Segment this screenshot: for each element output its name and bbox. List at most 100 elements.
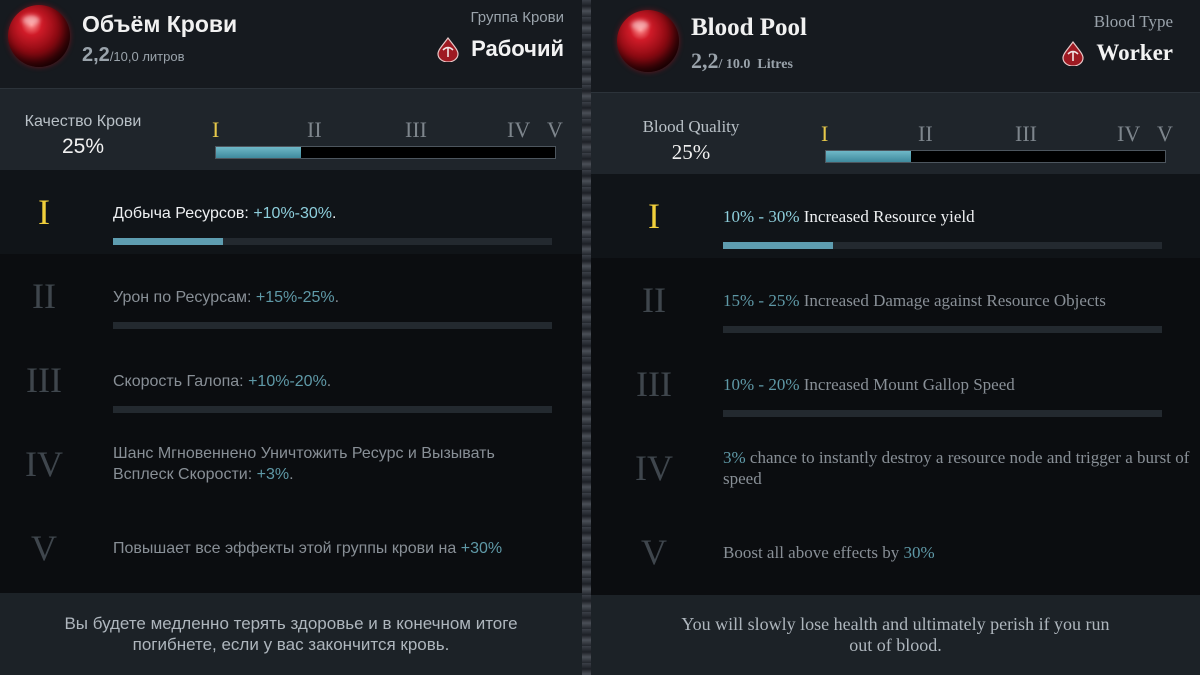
tier-effect-suffix: . bbox=[289, 466, 294, 483]
tier-effect-value: 30% bbox=[903, 543, 935, 562]
tier-effect-text: Добыча Ресурсов: +10%-30%. bbox=[113, 203, 553, 224]
tier-effect-suffix: . bbox=[334, 289, 340, 306]
blood-drop-pickaxe-icon bbox=[1062, 41, 1084, 66]
blood-amount-max: / 10.0 Litres bbox=[718, 57, 793, 72]
tier-effect-label: chance to instantly destroy a resource n… bbox=[723, 448, 1190, 488]
tier-effect-label: Increased Damage against Resource Object… bbox=[799, 291, 1106, 310]
blood-orb-icon bbox=[617, 10, 679, 72]
tier-effect-label: Скорость Галопа: bbox=[113, 373, 249, 390]
tier-effect-text: Урон по Ресурсам: +15%-25%. bbox=[113, 287, 553, 308]
tier-effect-label: Increased Resource yield bbox=[799, 207, 975, 226]
tier-effect-text: 3% chance to instantly destroy a resourc… bbox=[723, 447, 1193, 489]
blood-warning-footer: You will slowly lose health and ultimate… bbox=[591, 595, 1200, 675]
blood-quality-label: Blood Quality bbox=[642, 117, 740, 136]
tier-effect-text: Шанс Мгновеннено Уничтожить Ресурс и Выз… bbox=[113, 443, 543, 485]
tier-effect-label: Повышает все эффекты этой группы крови н… bbox=[113, 540, 461, 557]
blood-amount-current: 2,2 bbox=[691, 48, 719, 73]
tier-progress-bar bbox=[723, 242, 1162, 249]
tier-progress-bar bbox=[723, 326, 1162, 333]
blood-quality-label: Качество Крови bbox=[24, 113, 142, 130]
effect-tier-2: II 15% - 25% Increased Damage against Re… bbox=[591, 258, 1200, 342]
tier-numeral: I bbox=[648, 196, 660, 236]
blood-pool-panel-ru: Объём Крови 2,2/10,0 литров Группа Крови… bbox=[0, 0, 582, 675]
quality-numeral-4: IV bbox=[1117, 121, 1141, 146]
tier-effect-text: Boost all above effects by 30% bbox=[723, 542, 1193, 563]
blood-type-label: Blood Type bbox=[1093, 12, 1173, 31]
tier-numeral: I bbox=[38, 192, 50, 232]
blood-quality-value: 25% bbox=[671, 140, 711, 164]
tier-effect-text: 15% - 25% Increased Damage against Resou… bbox=[723, 290, 1193, 311]
tier-progress-bar bbox=[113, 322, 552, 329]
tier-numeral: III bbox=[636, 364, 672, 404]
tier-effect-value: +30% bbox=[460, 540, 503, 557]
tier-progress-fill bbox=[723, 242, 833, 249]
tier-effect-label: Increased Mount Gallop Speed bbox=[799, 375, 1015, 394]
tier-effect-text: 10% - 30% Increased Resource yield bbox=[723, 206, 1193, 227]
tier-numeral: II bbox=[642, 280, 666, 320]
tier-effect-value: +3% bbox=[256, 466, 290, 483]
tier-effect-value: +10%-20% bbox=[248, 373, 327, 390]
quality-numeral-5: V bbox=[1157, 121, 1173, 146]
tier-numeral: II bbox=[32, 276, 56, 316]
effect-tier-1: I Добыча Ресурсов: +10%-30%. bbox=[0, 170, 582, 254]
tier-effect-label: Добыча Ресурсов: bbox=[113, 205, 254, 222]
tier-numeral: IV bbox=[635, 448, 673, 488]
panel-title: Объём Крови bbox=[82, 11, 238, 37]
blood-amount-current: 2,2 bbox=[82, 44, 110, 66]
blood-quality-bar-fill bbox=[826, 151, 911, 162]
blood-amount: 2,2/10,0 литров bbox=[82, 44, 185, 67]
tier-numeral: III bbox=[26, 360, 62, 400]
tier-effect-suffix: . bbox=[326, 373, 332, 390]
tier-progress-bar bbox=[113, 238, 552, 245]
blood-quality-bar bbox=[825, 150, 1166, 163]
panel-divider bbox=[582, 0, 591, 675]
panel-title: Blood Pool bbox=[691, 14, 807, 41]
effect-tier-3: III Скорость Галопа: +10%-20%. bbox=[0, 338, 582, 422]
tier-effect-value: 3% bbox=[723, 448, 746, 467]
tier-effect-text: Повышает все эффекты этой группы крови н… bbox=[113, 538, 553, 559]
blood-type: Рабочий bbox=[435, 36, 564, 62]
effect-tier-4: IV Шанс Мгновеннено Уничтожить Ресурс и … bbox=[0, 422, 582, 506]
tier-effect-value: +10%-30% bbox=[253, 205, 333, 222]
blood-amount-max: /10,0 литров bbox=[109, 49, 185, 64]
tier-effect-text: 10% - 20% Increased Mount Gallop Speed bbox=[723, 374, 1193, 395]
blood-warning-text: Вы будете медленно терять здоровье и в к… bbox=[64, 614, 518, 654]
quality-numeral-3: III bbox=[405, 117, 427, 142]
blood-quality-bar bbox=[215, 146, 556, 159]
blood-type-value: Рабочий bbox=[471, 36, 564, 61]
tier-progress-fill bbox=[113, 238, 223, 245]
tier-numeral: V bbox=[641, 532, 667, 572]
blood-warning-text: You will slowly lose health and ultimate… bbox=[681, 614, 1110, 655]
blood-orb-icon bbox=[8, 5, 70, 67]
blood-pool-panel-en: Blood Pool 2,2/ 10.0 Litres Blood Type W… bbox=[591, 0, 1200, 675]
blood-amount: 2,2/ 10.0 Litres bbox=[691, 48, 793, 74]
blood-type: Worker bbox=[1060, 40, 1173, 66]
quality-numeral-1: I bbox=[212, 117, 220, 142]
effect-tier-5: V Boost all above effects by 30% bbox=[591, 510, 1200, 594]
tier-effect-value: 10% - 30% bbox=[723, 207, 800, 226]
blood-quality-bar-fill bbox=[216, 147, 301, 158]
quality-numeral-1: I bbox=[821, 121, 829, 146]
tier-numeral: V bbox=[31, 528, 57, 568]
tier-progress-bar bbox=[113, 406, 552, 413]
effect-tier-4: IV 3% chance to instantly destroy a reso… bbox=[591, 426, 1200, 510]
blood-type-value: Worker bbox=[1096, 40, 1173, 65]
blood-type-label: Группа Крови bbox=[470, 9, 564, 26]
effect-tier-3: III 10% - 20% Increased Mount Gallop Spe… bbox=[591, 342, 1200, 426]
quality-numeral-2: II bbox=[918, 121, 933, 146]
tier-effect-value: 10% - 20% bbox=[723, 375, 800, 394]
tier-effect-value: +15%-25% bbox=[255, 289, 335, 306]
panel-header: Blood Pool 2,2/ 10.0 Litres Blood Type W… bbox=[591, 0, 1200, 92]
quality-numeral-3: III bbox=[1015, 121, 1037, 146]
tier-effect-suffix: . bbox=[332, 205, 337, 222]
quality-numeral-5: V bbox=[547, 117, 563, 142]
panel-header: Объём Крови 2,2/10,0 литров Группа Крови… bbox=[0, 0, 582, 88]
tier-effect-text: Скорость Галопа: +10%-20%. bbox=[113, 371, 553, 392]
effect-tier-1: I 10% - 30% Increased Resource yield bbox=[591, 174, 1200, 258]
tier-progress-bar bbox=[723, 410, 1162, 417]
blood-quality-section: Blood Quality 25% I II III IV V bbox=[591, 92, 1200, 174]
blood-drop-pickaxe-icon bbox=[437, 37, 459, 62]
blood-warning-footer: Вы будете медленно терять здоровье и в к… bbox=[0, 593, 582, 675]
tier-effect-label: Урон по Ресурсам: bbox=[113, 289, 256, 306]
tier-numeral: IV bbox=[25, 444, 63, 484]
